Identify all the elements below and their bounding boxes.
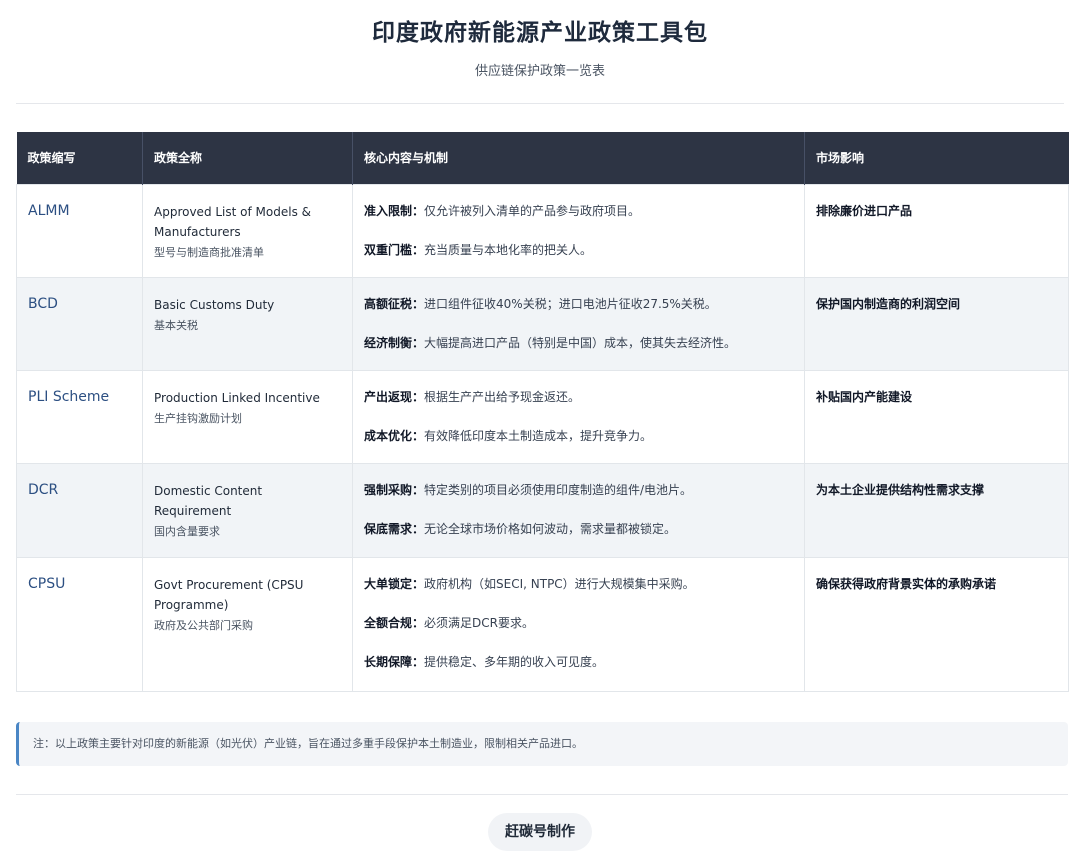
header-divider <box>16 103 1064 104</box>
column-header-mechanism: 核心内容与机制 <box>352 132 805 184</box>
policy-abbr: DCR <box>28 481 59 498</box>
policy-abbr: ALMM <box>28 202 70 219</box>
mechanism-item: 经济制衡：大幅提高进口产品（特别是中国）成本，使其失去经济性。 <box>364 334 793 352</box>
mechanism-text: 政府机构（如SECI, NTPC）进行大规模集中采购。 <box>424 576 695 591</box>
column-header-impact: 市场影响 <box>804 132 1069 184</box>
fullname-cell: Production Linked Incentive 生产挂钩激励计划 <box>142 369 353 464</box>
mechanism-key: 高额征税： <box>364 296 425 311</box>
mechanism-key: 经济制衡： <box>364 335 425 350</box>
mechanism-text: 必须满足DCR要求。 <box>424 615 534 630</box>
mechanism-text: 特定类别的项目必须使用印度制造的组件/电池片。 <box>424 482 693 497</box>
impact-cell: 保护国内制造商的利润空间 <box>804 276 1069 371</box>
abbr-cell: CPSU <box>16 556 143 692</box>
policy-fullname-cn: 国内含量要求 <box>154 524 220 538</box>
mechanism-key: 强制采购： <box>364 482 425 497</box>
footer-divider <box>16 793 1068 795</box>
mechanism-text: 充当质量与本地化率的把关人。 <box>424 242 593 257</box>
mechanism-item: 全额合规：必须满足DCR要求。 <box>364 614 793 632</box>
policy-fullname-cn: 型号与制造商批准清单 <box>154 245 264 259</box>
policy-fullname-en: Production Linked Incentive <box>154 390 320 405</box>
impact-cell: 为本土企业提供结构性需求支撑 <box>804 462 1069 558</box>
mechanism-item: 大单锁定：政府机构（如SECI, NTPC）进行大规模集中采购。 <box>364 575 793 593</box>
policy-abbr: PLI Scheme <box>28 388 110 405</box>
mechanism-key: 大单锁定： <box>364 576 425 591</box>
mechanism-key: 产出返现： <box>364 389 425 404</box>
fullname-cell: Govt Procurement (CPSU Programme) 政府及公共部… <box>142 556 353 692</box>
page-subtitle: 供应链保护政策一览表 <box>474 64 605 79</box>
table-row: BCD Basic Customs Duty 基本关税 高额征税：进口组件征收4… <box>16 276 1069 371</box>
mechanism-text: 大幅提高进口产品（特别是中国）成本，使其失去经济性。 <box>424 335 737 350</box>
mechanism-text: 无论全球市场价格如何波动，需求量都被锁定。 <box>424 521 677 536</box>
mechanism-item: 双重门槛：充当质量与本地化率的把关人。 <box>364 241 793 259</box>
mechanism-cell: 高额征税：进口组件征收40%关税；进口电池片征收27.5%关税。 经济制衡：大幅… <box>352 276 805 371</box>
policy-fullname-en: Approved List of Models & Manufacturers <box>154 204 311 239</box>
fullname-cell: Domestic Content Requirement 国内含量要求 <box>142 462 353 558</box>
mechanism-item: 保底需求：无论全球市场价格如何波动，需求量都被锁定。 <box>364 520 793 538</box>
mechanism-key: 双重门槛： <box>364 242 425 257</box>
policy-abbr: CPSU <box>28 575 66 592</box>
abbr-cell: DCR <box>16 462 143 558</box>
impact-cell: 排除廉价进口产品 <box>804 183 1069 278</box>
mechanism-item: 产出返现：根据生产产出给予现金返还。 <box>364 388 793 406</box>
market-impact: 为本土企业提供结构性需求支撑 <box>816 482 985 497</box>
abbr-cell: PLI Scheme <box>16 369 143 464</box>
mechanism-text: 根据生产产出给予现金返还。 <box>424 389 581 404</box>
mechanism-cell: 准入限制：仅允许被列入清单的产品参与政府项目。 双重门槛：充当质量与本地化率的把… <box>352 183 805 278</box>
policy-fullname-cn: 生产挂钩激励计划 <box>154 411 242 425</box>
mechanism-item: 成本优化：有效降低印度本土制造成本，提升竞争力。 <box>364 427 793 445</box>
mechanism-key: 成本优化： <box>364 428 425 443</box>
mechanism-key: 准入限制： <box>364 203 425 218</box>
footer: 赶碳号制作 <box>0 812 1080 851</box>
page-title: 印度政府新能源产业政策工具包 <box>372 20 708 46</box>
table-row: PLI Scheme Production Linked Incentive 生… <box>16 369 1069 464</box>
policy-fullname-en: Basic Customs Duty <box>154 297 275 312</box>
mechanism-key: 全额合规： <box>364 615 425 630</box>
market-impact: 补贴国内产能建设 <box>816 389 913 404</box>
mechanism-text: 提供稳定、多年期的收入可见度。 <box>424 654 605 669</box>
fullname-cell: Approved List of Models & Manufacturers … <box>142 183 353 278</box>
abbr-cell: ALMM <box>16 183 143 278</box>
market-impact: 确保获得政府背景实体的承购承诺 <box>816 576 997 591</box>
market-impact: 排除廉价进口产品 <box>816 203 913 218</box>
abbr-cell: BCD <box>16 276 143 371</box>
impact-cell: 补贴国内产能建设 <box>804 369 1069 464</box>
table-row: CPSU Govt Procurement (CPSU Programme) 政… <box>16 556 1069 692</box>
mechanism-key: 保底需求： <box>364 521 425 536</box>
mechanism-text: 仅允许被列入清单的产品参与政府项目。 <box>424 203 641 218</box>
column-header-fullname: 政策全称 <box>142 132 353 184</box>
mechanism-cell: 大单锁定：政府机构（如SECI, NTPC）进行大规模集中采购。 全额合规：必须… <box>352 556 805 692</box>
table-row: DCR Domestic Content Requirement 国内含量要求 … <box>16 462 1069 558</box>
mechanism-text: 有效降低印度本土制造成本，提升竞争力。 <box>424 428 653 443</box>
policy-fullname-cn: 基本关税 <box>154 318 198 332</box>
mechanism-text: 进口组件征收40%关税；进口电池片征收27.5%关税。 <box>424 296 717 311</box>
policy-fullname-en: Domestic Content Requirement <box>154 483 263 518</box>
mechanism-cell: 强制采购：特定类别的项目必须使用印度制造的组件/电池片。 保底需求：无论全球市场… <box>352 462 805 558</box>
impact-cell: 确保获得政府背景实体的承购承诺 <box>804 556 1069 692</box>
market-impact: 保护国内制造商的利润空间 <box>816 296 961 311</box>
policy-abbr: BCD <box>28 295 58 312</box>
policy-fullname-en: Govt Procurement (CPSU Programme) <box>154 577 304 612</box>
mechanism-item: 高额征税：进口组件征收40%关税；进口电池片征收27.5%关税。 <box>364 295 793 313</box>
policy-fullname-cn: 政府及公共部门采购 <box>154 618 253 632</box>
page-header: 印度政府新能源产业政策工具包 供应链保护政策一览表 <box>0 0 1080 81</box>
table-header-row: 政策缩写 政策全称 核心内容与机制 市场影响 <box>16 132 1069 184</box>
brand-badge: 赶碳号制作 <box>488 812 592 851</box>
mechanism-item: 准入限制：仅允许被列入清单的产品参与政府项目。 <box>364 202 793 220</box>
mechanism-item: 长期保障：提供稳定、多年期的收入可见度。 <box>364 653 793 671</box>
mechanism-item: 强制采购：特定类别的项目必须使用印度制造的组件/电池片。 <box>364 481 793 499</box>
mechanism-cell: 产出返现：根据生产产出给予现金返还。 成本优化：有效降低印度本土制造成本，提升竞… <box>352 369 805 464</box>
policy-table: 政策缩写 政策全称 核心内容与机制 市场影响 ALMM Approved Lis… <box>16 132 1069 692</box>
fullname-cell: Basic Customs Duty 基本关税 <box>142 276 353 371</box>
table-row: ALMM Approved List of Models & Manufactu… <box>16 183 1069 278</box>
mechanism-key: 长期保障： <box>364 654 425 669</box>
column-header-abbr: 政策缩写 <box>16 132 143 184</box>
footnote: 注：以上政策主要针对印度的新能源（如光伏）产业链，旨在通过多重手段保护本土制造业… <box>16 721 1068 766</box>
